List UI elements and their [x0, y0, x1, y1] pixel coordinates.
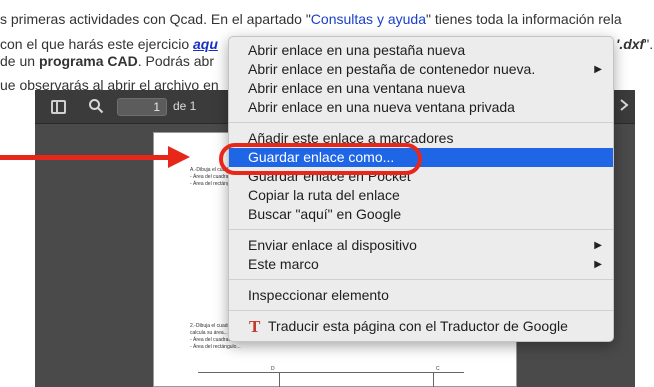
paragraph-line-2: con el que harás este ejercicio aqu [0, 35, 218, 53]
chevron-right-icon[interactable] [615, 98, 633, 116]
menu-item-label: Copiar la ruta del enlace [248, 187, 400, 203]
corner-label: C [436, 366, 440, 372]
pdf-snippet: calcula su área... [190, 330, 228, 336]
corner-label: D [271, 366, 275, 372]
menu-item-label: Inspeccionar elemento [248, 287, 389, 303]
menu-separator [229, 310, 613, 311]
translate-icon: T [249, 317, 261, 336]
menu-item-search-google[interactable]: Buscar "aquí" en Google [229, 205, 613, 224]
annotation-arrow-head [168, 146, 190, 168]
menu-item-translate-page[interactable]: T Traducir esta página con el Traductor … [229, 317, 613, 336]
paragraph-text: con el que harás este ejercicio [0, 36, 193, 52]
menu-item-inspect-element[interactable]: Inspeccionar elemento [229, 286, 613, 305]
menu-item-open-new-tab[interactable]: Abrir enlace en una pestaña nueva [229, 41, 613, 60]
paragraph-line-2-tail: '.dxf". [616, 35, 653, 53]
paragraph-line-3: de un programa CAD. Podrás abr [0, 52, 214, 70]
menu-item-label: Abrir enlace en pestaña de contenedor nu… [248, 61, 536, 77]
drawing-line [198, 372, 464, 373]
page-number-input[interactable]: 1 [117, 98, 167, 116]
menu-item-label: Este marco [248, 256, 319, 272]
menu-item-label: Abrir enlace en una pestaña nueva [248, 42, 466, 58]
menu-item-open-new-window[interactable]: Abrir enlace en una ventana nueva [229, 79, 613, 98]
submenu-arrow-icon: ▶ [594, 64, 602, 75]
link-aqui[interactable]: aqu [193, 36, 218, 52]
sidebar-toggle-icon[interactable] [51, 100, 66, 114]
paragraph-text: de un [0, 53, 39, 69]
annotation-highlight-ring [219, 143, 422, 175]
menu-item-label: Abrir enlace en una nueva ventana privad… [248, 99, 515, 115]
page-count-label: de 1 [173, 99, 197, 113]
paragraph-text: s primeras actividades con Qcad. En el a… [0, 11, 311, 27]
menu-item-this-frame[interactable]: Este marco ▶ [229, 255, 613, 274]
menu-item-open-private-window[interactable]: Abrir enlace en una nueva ventana privad… [229, 98, 613, 117]
bold-text: programa CAD [38, 53, 138, 69]
paragraph-text: " tienes toda la información rela [425, 11, 622, 27]
pdf-snippet: - Área del rectángulo... [190, 344, 241, 350]
paragraph-text: . Podrás abr [137, 53, 214, 69]
menu-item-send-to-device[interactable]: Enviar enlace al dispositivo ▶ [229, 236, 613, 255]
menu-item-open-container-tab[interactable]: Abrir enlace en pestaña de contenedor nu… [229, 60, 613, 79]
menu-item-label: Buscar "aquí" en Google [248, 206, 402, 222]
menu-item-label: Enviar enlace al dispositivo [248, 237, 417, 253]
drawing-line [433, 372, 434, 387]
menu-item-label: Traducir esta página con el Traductor de… [268, 318, 568, 334]
menu-separator [229, 279, 613, 280]
menu-item-label: Abrir enlace en una ventana nueva [248, 80, 466, 96]
search-icon[interactable] [87, 98, 105, 116]
submenu-arrow-icon: ▶ [594, 240, 602, 251]
menu-separator [229, 229, 613, 230]
submenu-arrow-icon: ▶ [594, 259, 602, 270]
link-consultas-ayuda[interactable]: Consultas y ayuda [311, 11, 426, 27]
file-extension-text: '.dxf [616, 36, 645, 52]
paragraph-line-1: s primeras actividades con Qcad. En el a… [0, 10, 622, 28]
annotation-arrow-shaft [0, 155, 172, 160]
drawing-line [279, 372, 280, 387]
paragraph-text: ". [644, 36, 654, 52]
menu-item-copy-link[interactable]: Copiar la ruta del enlace [229, 186, 613, 205]
menu-separator [229, 122, 613, 123]
context-menu: Abrir enlace en una pestaña nueva Abrir … [228, 36, 614, 342]
